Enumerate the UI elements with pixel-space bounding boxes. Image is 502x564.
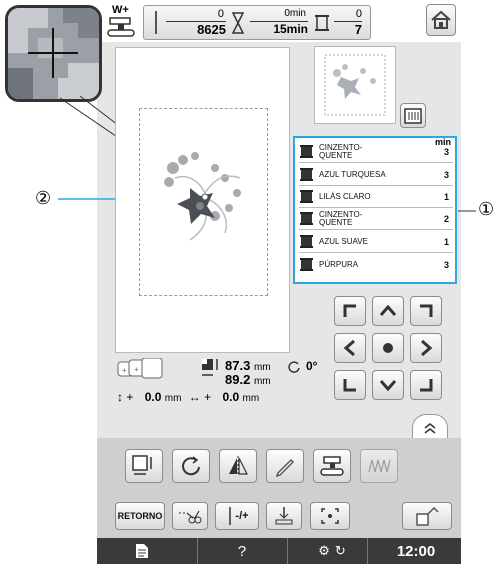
density-icon <box>368 459 391 473</box>
thread-row[interactable]: CINZENTO- QUENTE 3 <box>299 142 453 163</box>
frame-icon <box>404 107 422 124</box>
thread-spool-icon <box>300 168 313 181</box>
sewing-button[interactable] <box>313 449 351 483</box>
center-button[interactable] <box>372 333 404 363</box>
arrow-right-icon <box>421 339 433 357</box>
footer-bar: ? ⚙ ↻ 12:00 <box>97 538 461 564</box>
size-icon <box>132 455 152 475</box>
jump-trim-button[interactable] <box>172 502 208 530</box>
move-left-button[interactable] <box>334 333 366 363</box>
size-icon <box>202 359 218 376</box>
settings-icon: ⚙ <box>318 543 330 558</box>
mirror-button[interactable] <box>219 449 257 483</box>
frame-display-button[interactable] <box>400 103 426 128</box>
needle-minus-plus-button[interactable]: -/+ <box>215 502 259 530</box>
vertical-offset-icon: ↕ <box>117 390 123 404</box>
move-up-button[interactable] <box>372 296 404 326</box>
thread-row[interactable]: LILÁS CLARO 1 <box>299 187 453 208</box>
design-thumbnail <box>314 46 396 124</box>
retorno-button[interactable]: RETORNO <box>115 502 165 530</box>
thread-row[interactable]: AZUL TURQUESA 3 <box>299 165 453 186</box>
help-button[interactable]: ? <box>207 538 277 564</box>
rotate-button[interactable] <box>172 449 210 483</box>
needle-position-icon <box>275 507 293 525</box>
arrow-down-left-icon <box>343 379 356 392</box>
thread-spool-icon <box>300 145 313 158</box>
page-flip-icon <box>416 506 439 526</box>
frame-size-icon: + + <box>117 358 163 379</box>
move-down-button[interactable] <box>372 370 404 400</box>
horizontal-offset-icon: ↔ <box>188 390 201 404</box>
move-down-left-button[interactable] <box>334 370 366 400</box>
clock: 12:00 <box>396 542 436 560</box>
density-button[interactable] <box>360 449 398 483</box>
trial-frame-icon <box>321 508 339 524</box>
arrow-up-icon <box>379 304 397 316</box>
refresh-icon: ↻ <box>334 543 346 558</box>
svg-text:+: + <box>122 366 127 375</box>
rotate-icon <box>182 456 200 476</box>
pencil-icon <box>275 458 295 477</box>
settings-button[interactable]: ⚙ ↻ <box>302 538 362 564</box>
rotate-angle-icon <box>288 361 300 373</box>
needle-icon <box>229 507 232 525</box>
arrow-down-right-icon <box>420 379 433 392</box>
scissors-icon <box>179 510 202 524</box>
arrow-up-right-icon <box>420 304 433 317</box>
size-button[interactable] <box>125 449 163 483</box>
move-up-left-button[interactable] <box>334 296 366 326</box>
arrow-up-left-icon <box>343 304 356 317</box>
thread-spool-icon <box>300 212 313 225</box>
next-button[interactable] <box>402 502 452 530</box>
double-chevron-up-icon <box>424 423 436 434</box>
thread-spool-icon <box>300 258 313 271</box>
mirror-icon <box>229 456 248 476</box>
thread-row[interactable]: PÚRPURA 3 <box>299 255 453 275</box>
move-down-right-button[interactable] <box>410 370 442 400</box>
thumbnail-image <box>324 54 386 116</box>
arrow-left-icon <box>343 339 355 357</box>
callout-number-2: ② <box>35 188 52 208</box>
thread-spool-icon <box>300 190 313 203</box>
move-right-button[interactable] <box>410 333 442 363</box>
center-dot-icon <box>383 343 393 353</box>
thread-color-list[interactable]: min CINZENTO- QUENTE 3 AZUL TURQUESA 3 LI… <box>293 136 457 284</box>
sewing-machine-icon <box>320 456 344 476</box>
svg-text:+: + <box>134 365 139 374</box>
thread-row[interactable]: AZUL SUAVE 1 <box>299 232 453 253</box>
arrow-down-icon <box>379 380 397 392</box>
needle-position-button[interactable] <box>266 502 302 530</box>
embroidery-design <box>164 152 241 241</box>
thread-spool-icon <box>300 235 313 248</box>
manual-button[interactable] <box>107 538 177 564</box>
document-icon <box>136 544 148 558</box>
design-info-panel: + + 87.3 mm 89.2 mm 0° ↕ + 0.0 mm ↔ + 0.… <box>117 358 318 404</box>
edit-button[interactable] <box>266 449 304 483</box>
move-up-right-button[interactable] <box>410 296 442 326</box>
thread-row[interactable]: CINZENTO- QUENTE 2 <box>299 209 453 230</box>
callout-number-1: ① <box>478 199 495 219</box>
trial-button[interactable] <box>310 502 350 530</box>
